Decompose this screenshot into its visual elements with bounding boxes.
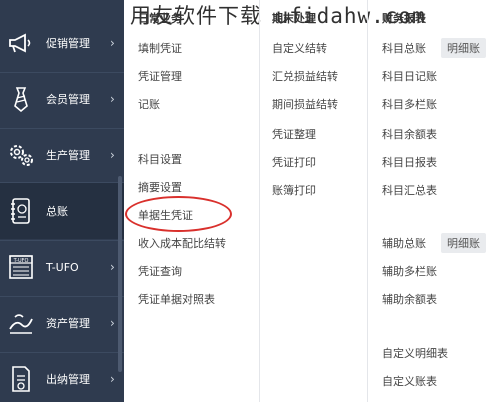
megaphone-icon: [7, 29, 35, 57]
menu-link-custom-detail[interactable]: 自定义明细表: [382, 345, 448, 361]
menu-link-account-journal[interactable]: 科目日记账: [382, 68, 437, 84]
sidebar-item-production[interactable]: 生产管理 ›: [0, 128, 124, 182]
chevron-right-icon: ›: [110, 316, 115, 330]
chevron-right-icon: ›: [110, 372, 115, 386]
menu-link-aux-multi-column[interactable]: 辅助多栏账: [382, 263, 437, 279]
menu-link-account-balance[interactable]: 科目余额表: [382, 126, 437, 142]
menu-link-voucher-query[interactable]: 凭证查询: [138, 263, 182, 279]
menu-link-post[interactable]: 记账: [138, 96, 160, 112]
sidebar-item-label: 生产管理: [46, 149, 90, 162]
menu-link-exchange-gain-loss[interactable]: 汇兑损益结转: [272, 68, 338, 84]
sidebar-item-t-ufo[interactable]: T-UFO T-UFO ›: [0, 240, 124, 294]
menu-link-revenue-cost-matching[interactable]: 收入成本配比结转: [138, 235, 226, 251]
menu-link-custom-transfer[interactable]: 自定义结转: [272, 40, 327, 56]
sidebar-item-promotion[interactable]: 促销管理 ›: [0, 16, 124, 70]
menu-link-aux-balance[interactable]: 辅助余额表: [382, 291, 437, 307]
column-header-period-end: 期末处理: [272, 12, 316, 25]
t-ufo-icon: T-UFO: [7, 253, 35, 281]
svg-text:T-UFO: T-UFO: [13, 258, 29, 264]
column-divider: [367, 0, 368, 402]
column-divider: [259, 0, 260, 402]
menu-link-account-summary[interactable]: 科目汇总表: [382, 182, 437, 198]
sidebar-item-label: T-UFO: [46, 260, 79, 274]
chevron-right-icon: ›: [110, 260, 115, 274]
sidebar-item-general-ledger[interactable]: 总账: [0, 183, 124, 239]
menu-link-ledger-print[interactable]: 账簿打印: [272, 182, 316, 198]
menu-link-account-daily-report[interactable]: 科目日报表: [382, 154, 437, 170]
menu-link-voucher-document-table[interactable]: 凭证单据对照表: [138, 291, 215, 307]
column-header-reports: 财务报表: [382, 12, 426, 25]
detail-ledger-tag[interactable]: 明细账: [441, 38, 486, 58]
menu-link-voucher-organize[interactable]: 凭证整理: [272, 126, 316, 142]
sidebar-scrollbar[interactable]: [118, 176, 122, 372]
menu-link-custom-report[interactable]: 自定义账表: [382, 373, 437, 389]
sidebar: 促销管理 › 会员管理 › 生产管理 › 总账 T-UFO T-UFO › 资产…: [0, 0, 124, 402]
menu-link-account-settings[interactable]: 科目设置: [138, 151, 182, 167]
menu-link-account-multi-column[interactable]: 科目多栏账: [382, 96, 437, 112]
ledger-icon: [7, 197, 35, 225]
highlight-ellipse: [125, 196, 232, 232]
sidebar-item-assets[interactable]: 资产管理 ›: [0, 296, 124, 350]
menu-link-summary-settings[interactable]: 摘要设置: [138, 179, 182, 195]
chevron-right-icon: ›: [110, 148, 115, 162]
sidebar-item-label: 总账: [46, 205, 68, 218]
sidebar-item-label: 促销管理: [46, 37, 90, 50]
tie-icon: [7, 85, 35, 113]
menu-link-aux-general-ledger[interactable]: 辅助总账: [382, 235, 426, 251]
chevron-right-icon: ›: [110, 36, 115, 50]
menu-link-period-gain-loss[interactable]: 期间损益结转: [272, 96, 338, 112]
gears-icon: [7, 141, 35, 169]
asset-icon: [7, 309, 35, 337]
menu-link-fill-voucher[interactable]: 填制凭证: [138, 40, 182, 56]
sidebar-item-label: 出纳管理: [46, 373, 90, 386]
sidebar-item-label: 资产管理: [46, 317, 90, 330]
column-header-daily: 日常业务: [138, 12, 182, 25]
cashier-icon: [7, 365, 35, 393]
menu-link-voucher-print[interactable]: 凭证打印: [272, 154, 316, 170]
sidebar-item-member[interactable]: 会员管理 ›: [0, 72, 124, 126]
chevron-right-icon: ›: [110, 92, 115, 106]
menu-link-account-general-ledger[interactable]: 科目总账: [382, 40, 426, 56]
menu-link-voucher-management[interactable]: 凭证管理: [138, 68, 182, 84]
sidebar-item-label: 会员管理: [46, 93, 90, 106]
sidebar-item-cashier[interactable]: 出纳管理 ›: [0, 352, 124, 402]
detail-ledger-tag[interactable]: 明细账: [441, 233, 486, 253]
